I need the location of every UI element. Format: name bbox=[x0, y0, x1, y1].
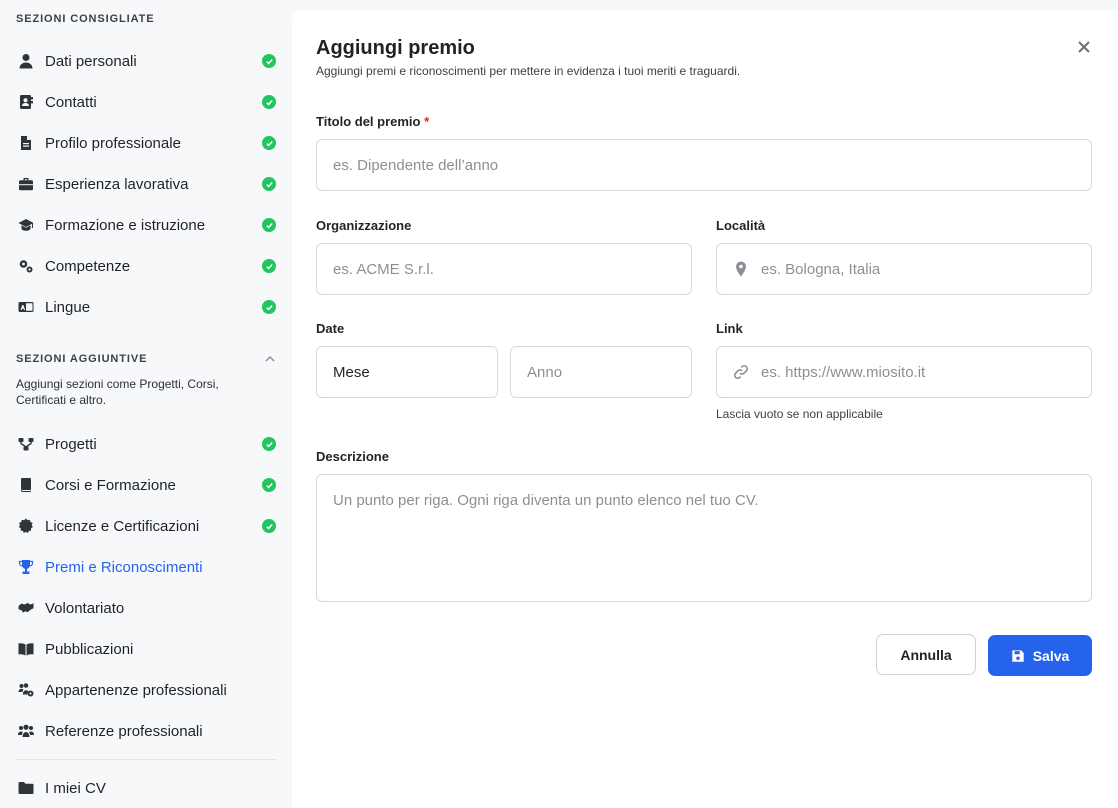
sidebar-item-label: Esperienza lavorativa bbox=[45, 175, 189, 193]
briefcase-icon bbox=[16, 174, 36, 194]
sidebar-item-contacts[interactable]: Contatti bbox=[16, 87, 278, 117]
year-field[interactable] bbox=[510, 346, 692, 398]
date-label: Date bbox=[316, 321, 345, 336]
check-circle-icon bbox=[262, 478, 276, 492]
sidebar-item-licenses[interactable]: Licenze e Certificazioni bbox=[16, 511, 278, 541]
sidebar-item-label: Volontariato bbox=[45, 599, 125, 617]
sidebar-item-references[interactable]: Referenze professionali bbox=[16, 716, 278, 746]
additional-sections-description: Aggiungi sezioni come Progetti, Corsi, C… bbox=[16, 377, 219, 407]
sidebar-item-label: Profilo professionale bbox=[45, 134, 181, 152]
sidebar-divider bbox=[16, 759, 276, 760]
award-title-field[interactable] bbox=[316, 139, 1092, 191]
add-award-panel: Aggiungi premio Aggiungi premi e riconos… bbox=[292, 10, 1118, 808]
check-circle-icon bbox=[262, 177, 276, 191]
page-title: Aggiungi premio bbox=[316, 37, 475, 59]
gears-icon bbox=[16, 256, 36, 276]
sidebar-item-label: Referenze professionali bbox=[45, 722, 203, 740]
book-open-icon bbox=[16, 639, 36, 659]
chevron-up-icon[interactable] bbox=[263, 352, 277, 366]
description-label: Descrizione bbox=[316, 449, 389, 464]
sidebar-item-label: Competenze bbox=[45, 257, 131, 275]
sidebar-item-label: Appartenenze professionali bbox=[45, 681, 227, 699]
sidebar-item-personal-data[interactable]: Dati personali bbox=[16, 46, 278, 76]
sidebar-item-label: Progetti bbox=[45, 435, 97, 453]
sidebar-item-work-experience[interactable]: Esperienza lavorativa bbox=[16, 169, 278, 199]
language-icon bbox=[16, 297, 36, 317]
sidebar: SEZIONI CONSIGLIATE Dati personali Conta… bbox=[0, 0, 291, 808]
sidebar-item-label: Licenze e Certificazioni bbox=[45, 517, 200, 535]
link-hint: Lascia vuoto se non applicabile bbox=[716, 407, 883, 421]
sidebar-item-awards[interactable]: Premi e Riconoscimenti bbox=[16, 552, 278, 582]
sidebar-item-label: Premi e Riconoscimenti bbox=[45, 558, 203, 576]
additional-sections-heading: SEZIONI AGGIUNTIVE bbox=[16, 353, 148, 365]
link-field[interactable] bbox=[716, 346, 1092, 398]
sidebar-item-languages[interactable]: Lingue bbox=[16, 292, 278, 322]
handshake-icon bbox=[16, 598, 36, 618]
sidebar-item-projects[interactable]: Progetti bbox=[16, 429, 278, 459]
location-label: Località bbox=[716, 218, 766, 233]
save-button-label: Salva bbox=[1032, 647, 1070, 664]
description-field[interactable] bbox=[316, 474, 1092, 602]
certificate-icon bbox=[16, 516, 36, 536]
description-textarea[interactable] bbox=[333, 491, 1075, 591]
trophy-icon bbox=[16, 557, 36, 577]
page-subtitle: Aggiungi premi e riconoscimenti per mett… bbox=[316, 64, 741, 78]
sidebar-item-professional-profile[interactable]: Profilo professionale bbox=[16, 128, 278, 158]
organization-input[interactable] bbox=[333, 260, 675, 278]
award-title-input[interactable] bbox=[333, 156, 1075, 174]
sidebar-item-skills[interactable]: Competenze bbox=[16, 251, 278, 281]
required-mark: * bbox=[424, 114, 430, 129]
check-circle-icon bbox=[262, 54, 276, 68]
location-input[interactable] bbox=[761, 260, 1075, 278]
award-title-label: Titolo del premio * bbox=[316, 114, 430, 129]
graduation-cap-icon bbox=[16, 215, 36, 235]
close-icon[interactable] bbox=[1076, 39, 1092, 55]
sidebar-item-memberships[interactable]: Appartenenze professionali bbox=[16, 675, 278, 705]
map-pin-icon bbox=[733, 261, 749, 277]
sidebar-item-label: Formazione e istruzione bbox=[45, 216, 206, 234]
sidebar-item-label: Lingue bbox=[45, 298, 91, 316]
month-select[interactable]: Mese bbox=[316, 346, 498, 398]
user-icon bbox=[16, 51, 36, 71]
link-label: Link bbox=[716, 321, 743, 336]
sidebar-item-label: Corsi e Formazione bbox=[45, 476, 176, 494]
check-circle-icon bbox=[262, 519, 276, 533]
sidebar-item-label: Dati personali bbox=[45, 52, 137, 70]
organization-label: Organizzazione bbox=[316, 218, 412, 233]
check-circle-icon bbox=[262, 300, 276, 314]
check-circle-icon bbox=[262, 136, 276, 150]
save-button[interactable]: Salva bbox=[988, 635, 1092, 676]
file-icon bbox=[16, 133, 36, 153]
link-icon bbox=[733, 364, 749, 380]
check-circle-icon bbox=[262, 259, 276, 273]
floppy-disk-icon bbox=[1012, 649, 1024, 662]
sidebar-item-label: Pubblicazioni bbox=[45, 640, 134, 658]
users-gear-icon bbox=[16, 680, 36, 700]
sidebar-item-label: I miei CV bbox=[45, 779, 106, 797]
organization-field[interactable] bbox=[316, 243, 692, 295]
check-circle-icon bbox=[262, 95, 276, 109]
recommended-sections-heading: SEZIONI CONSIGLIATE bbox=[16, 13, 155, 25]
users-icon bbox=[16, 721, 36, 741]
sidebar-item-label: Contatti bbox=[45, 93, 97, 111]
check-circle-icon bbox=[262, 218, 276, 232]
link-input[interactable] bbox=[761, 363, 1075, 381]
year-input[interactable] bbox=[527, 363, 675, 381]
sidebar-item-education[interactable]: Formazione e istruzione bbox=[16, 210, 278, 240]
cancel-button[interactable]: Annulla bbox=[876, 634, 976, 675]
check-circle-icon bbox=[262, 437, 276, 451]
sidebar-item-publications[interactable]: Pubblicazioni bbox=[16, 634, 278, 664]
address-book-icon bbox=[16, 92, 36, 112]
location-field[interactable] bbox=[716, 243, 1092, 295]
month-select-value: Mese bbox=[333, 363, 370, 381]
sidebar-item-my-cvs[interactable]: I miei CV bbox=[16, 773, 278, 803]
sidebar-item-courses[interactable]: Corsi e Formazione bbox=[16, 470, 278, 500]
folder-icon bbox=[16, 778, 36, 798]
diagram-icon bbox=[16, 434, 36, 454]
sidebar-item-volunteering[interactable]: Volontariato bbox=[16, 593, 278, 623]
book-icon bbox=[16, 475, 36, 495]
